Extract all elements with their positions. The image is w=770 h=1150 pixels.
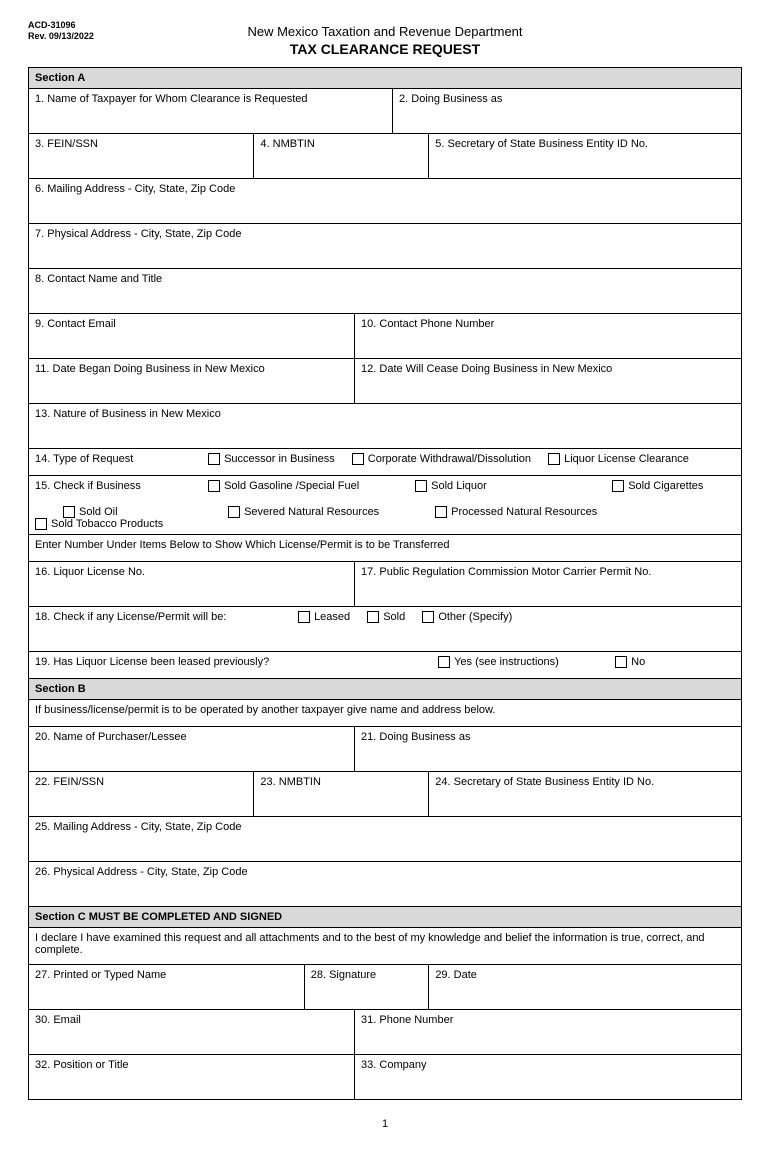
checkbox-sold-liquor[interactable]: Sold Liquor (415, 480, 595, 492)
field-position-title[interactable]: 32. Position or Title (29, 1054, 355, 1099)
field-printed-name[interactable]: 27. Printed or Typed Name (29, 964, 305, 1009)
checkbox-sold-cigarettes[interactable]: Sold Cigarettes (612, 480, 703, 492)
row-license-permit-status: 18. Check if any License/Permit will be:… (29, 606, 742, 651)
checkbox-sold-oil[interactable]: Sold Oil (35, 506, 211, 518)
checkbox-leased[interactable]: Leased (298, 611, 350, 623)
section-c-heading: Section C MUST BE COMPLETED AND SIGNED (29, 906, 742, 927)
checkbox-sold-gasoline[interactable]: Sold Gasoline /Special Fuel (208, 480, 398, 492)
declaration-text: I declare I have examined this request a… (29, 927, 742, 964)
field-purchaser-mailing[interactable]: 25. Mailing Address - City, State, Zip C… (29, 816, 742, 861)
checkbox-severed-resources[interactable]: Severed Natural Resources (228, 506, 418, 518)
section-b-heading: Section B (29, 678, 742, 699)
checkbox-liquor-clearance[interactable]: Liquor License Clearance (548, 453, 689, 465)
field-prc-permit-no[interactable]: 17. Public Regulation Commission Motor C… (355, 561, 742, 606)
form-table: Section A 1. Name of Taxpayer for Whom C… (28, 67, 742, 1100)
field-contact-name-title[interactable]: 8. Contact Name and Title (29, 268, 742, 313)
field-purchaser-fein[interactable]: 22. FEIN/SSN (29, 771, 254, 816)
field-company[interactable]: 33. Company (355, 1054, 742, 1099)
field-purchaser-nmbtin[interactable]: 23. NMBTIN (254, 771, 429, 816)
checkbox-yes[interactable]: Yes (see instructions) (438, 656, 598, 668)
section-a-heading: Section A (29, 67, 742, 88)
field-email[interactable]: 30. Email (29, 1009, 355, 1054)
field-nmbtin[interactable]: 4. NMBTIN (254, 133, 429, 178)
field-sos-entity-id[interactable]: 5. Secretary of State Business Entity ID… (429, 133, 742, 178)
field-date-began[interactable]: 11. Date Began Doing Business in New Mex… (29, 358, 355, 403)
field-purchaser-sos-id[interactable]: 24. Secretary of State Business Entity I… (429, 771, 742, 816)
label-license-permit: 18. Check if any License/Permit will be: (35, 611, 295, 623)
checkbox-corporate-withdrawal[interactable]: Corporate Withdrawal/Dissolution (352, 453, 531, 465)
department-name: New Mexico Taxation and Revenue Departme… (28, 24, 742, 39)
label-liquor-leased: 19. Has Liquor License been leased previ… (35, 656, 435, 668)
field-liquor-license-no[interactable]: 16. Liquor License No. (29, 561, 355, 606)
checkbox-sold[interactable]: Sold (367, 611, 405, 623)
field-date-cease[interactable]: 12. Date Will Cease Doing Business in Ne… (355, 358, 742, 403)
page-number: 1 (28, 1118, 742, 1130)
field-purchaser-physical[interactable]: 26. Physical Address - City, State, Zip … (29, 861, 742, 906)
row-liquor-leased-previously: 19. Has Liquor License been leased previ… (29, 651, 742, 678)
field-signature[interactable]: 28. Signature (304, 964, 429, 1009)
row-type-of-request: 14. Type of Request Successor in Busines… (29, 448, 742, 475)
form-title: TAX CLEARANCE REQUEST (28, 41, 742, 57)
checkbox-processed-resources[interactable]: Processed Natural Resources (435, 506, 615, 518)
field-date[interactable]: 29. Date (429, 964, 742, 1009)
field-dba[interactable]: 2. Doing Business as (393, 88, 742, 133)
row-check-business-1: 15. Check if Business Sold Gasoline /Spe… (29, 475, 742, 502)
checkbox-other-specify[interactable]: Other (Specify) (422, 611, 512, 623)
field-taxpayer-name[interactable]: 1. Name of Taxpayer for Whom Clearance i… (29, 88, 393, 133)
field-mailing-address[interactable]: 6. Mailing Address - City, State, Zip Co… (29, 178, 742, 223)
row-check-business-2: Sold Oil Severed Natural Resources Proce… (29, 502, 742, 535)
field-purchaser-dba[interactable]: 21. Doing Business as (355, 726, 742, 771)
label-type-of-request: 14. Type of Request (35, 453, 205, 465)
field-physical-address[interactable]: 7. Physical Address - City, State, Zip C… (29, 223, 742, 268)
field-contact-phone[interactable]: 10. Contact Phone Number (355, 313, 742, 358)
transfer-note: Enter Number Under Items Below to Show W… (29, 534, 742, 561)
label-check-business: 15. Check if Business (35, 480, 205, 492)
field-purchaser-name[interactable]: 20. Name of Purchaser/Lessee (29, 726, 355, 771)
header-title: New Mexico Taxation and Revenue Departme… (28, 24, 742, 57)
checkbox-no[interactable]: No (615, 656, 645, 668)
field-phone[interactable]: 31. Phone Number (355, 1009, 742, 1054)
checkbox-sold-tobacco[interactable]: Sold Tobacco Products (35, 518, 163, 530)
section-b-note: If business/license/permit is to be oper… (29, 699, 742, 726)
field-nature-of-business[interactable]: 13. Nature of Business in New Mexico (29, 403, 742, 448)
field-fein-ssn[interactable]: 3. FEIN/SSN (29, 133, 254, 178)
checkbox-successor[interactable]: Successor in Business (208, 453, 335, 465)
field-contact-email[interactable]: 9. Contact Email (29, 313, 355, 358)
